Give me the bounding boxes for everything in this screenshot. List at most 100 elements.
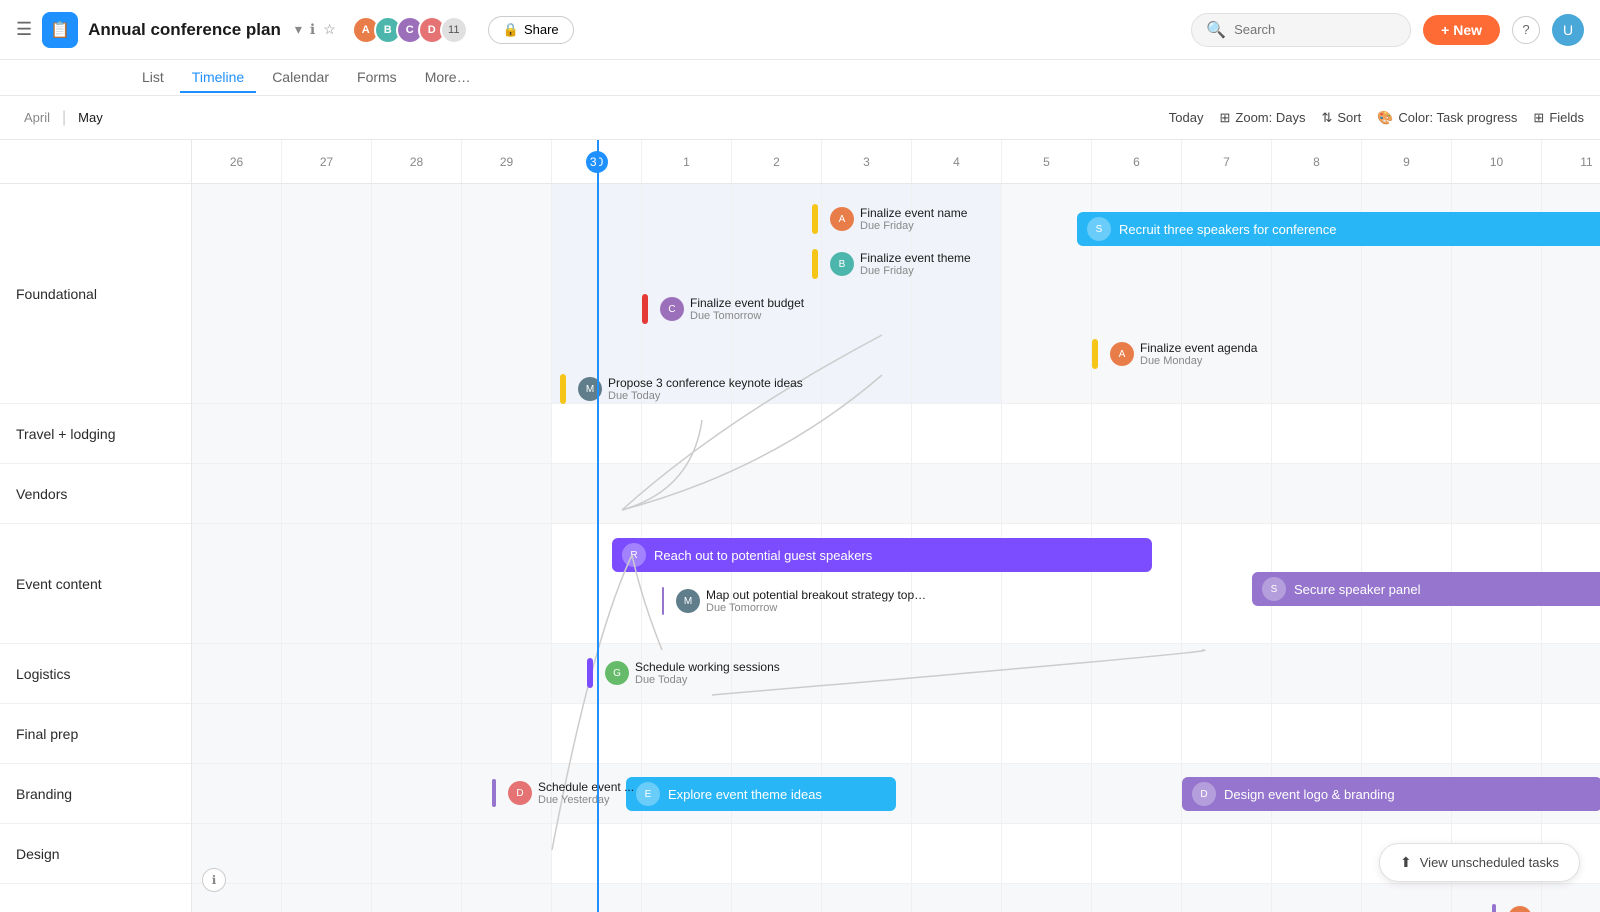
search-input[interactable] [1234,22,1394,37]
text-finalize-event-name: Finalize event name Due Friday [860,206,967,232]
pin-schedule-event [492,779,496,807]
date-6: 6 [1092,140,1182,183]
project-title: Annual conference plan [88,20,281,40]
tab-calendar[interactable]: Calendar [260,63,341,93]
date-11: 11 [1542,140,1600,183]
star-icon[interactable]: ☆ [323,21,336,38]
color-button[interactable]: 🎨 Color: Task progress [1377,110,1517,126]
lock-icon: 🔒 [503,22,519,38]
avatar-schedule-sessions: G [605,661,629,685]
date-9: 9 [1362,140,1452,183]
text-finalize-event-theme: Finalize event theme Due Friday [860,251,971,277]
card-map-breakout: M Map out potential breakout strategy to… [670,586,932,616]
sidebar-item-travel: Travel + lodging [0,404,191,464]
avatar-count[interactable]: 11 [440,16,468,44]
task-map-breakout[interactable]: M Map out potential breakout strategy to… [662,586,932,616]
team-avatars: A B C D 11 [358,16,468,44]
fields-icon: ⊞ [1533,110,1544,126]
may-label: May [70,110,111,125]
avatar-finalize-event-name: A [830,207,854,231]
sidebar-item-event-content: Event content [0,524,191,644]
task-schedule-event[interactable]: D Schedule event ... Due Yesterday [492,778,640,808]
sidebar-item-promotion: Promotion [0,884,191,912]
sub-nav: List Timeline Calendar Forms More… [0,60,1600,96]
task-finalize-event-budget[interactable]: C Finalize event budget Due Tomorrow [642,294,810,324]
share-button[interactable]: 🔒 Share [488,16,574,44]
tab-more[interactable]: More… [413,63,483,93]
info-icon-bottom[interactable]: ℹ [202,868,226,892]
sidebar-item-foundational: Foundational [0,184,191,404]
task-send-save[interactable]: A Send save the da... [1492,904,1600,912]
app-icon: 📋 [42,12,78,48]
avatar-reach-out: R [622,543,646,567]
avatar-recruit-speakers: S [1087,217,1111,241]
date-26: 26 [192,140,282,183]
row-branding: D Schedule event ... Due Yesterday E Exp… [192,764,1600,824]
avatar-finalize-event-agenda: A [1110,342,1134,366]
task-finalize-event-name[interactable]: A Finalize event name Due Friday [812,204,973,234]
text-finalize-event-agenda: Finalize event agenda Due Monday [1140,341,1257,367]
dates-row: 26 27 28 29 30 1 2 3 4 5 6 7 8 9 10 11 [192,140,1600,184]
pin-finalize-event-theme [812,249,818,279]
card-schedule-event: D Schedule event ... Due Yesterday [502,778,640,808]
card-schedule-sessions: G Schedule working sessions Due Today [599,658,786,688]
text-propose-keynote: Propose 3 conference keynote ideas Due T… [608,376,803,402]
sidebar-item-final-prep: Final prep [0,704,191,764]
task-secure-speaker[interactable]: S Secure speaker panel [1252,572,1600,606]
color-icon: 🎨 [1377,110,1393,126]
avatar-schedule-event: D [508,781,532,805]
row-foundational: A Finalize event name Due Friday B Final… [192,184,1600,404]
card-send-save: A Send save the da... [1502,904,1600,912]
text-finalize-event-budget: Finalize event budget Due Tomorrow [690,296,804,322]
fields-button[interactable]: ⊞ Fields [1533,110,1584,126]
user-avatar[interactable]: U [1552,14,1584,46]
date-8: 8 [1272,140,1362,183]
date-4: 4 [912,140,1002,183]
new-button[interactable]: + New [1423,15,1500,45]
unscheduled-tasks-button[interactable]: ⬆ View unscheduled tasks [1379,843,1580,882]
task-finalize-event-theme[interactable]: B Finalize event theme Due Friday [812,249,977,279]
tab-forms[interactable]: Forms [345,63,409,93]
row-promotion: A Send save the da... [192,884,1600,912]
task-recruit-speakers[interactable]: S Recruit three speakers for conference [1077,212,1600,246]
timeline-main: Foundational Travel + lodging Vendors Ev… [0,140,1600,912]
zoom-button[interactable]: ⊞ Zoom: Days [1220,110,1306,126]
info-icon[interactable]: ℹ [310,21,315,38]
date-30: 30 [552,140,642,183]
sidebar: Foundational Travel + lodging Vendors Ev… [0,140,192,912]
zoom-icon: ⊞ [1220,110,1231,126]
search-box[interactable]: 🔍 [1191,13,1411,47]
today-button[interactable]: Today [1169,110,1204,125]
row-vendors [192,464,1600,524]
nav-left: ☰ 📋 Annual conference plan ▾ ℹ ☆ A B C D… [16,12,1191,48]
dropdown-icon[interactable]: ▾ [295,21,302,38]
nav-right: 🔍 + New ? U [1191,13,1584,47]
sidebar-item-design: Design [0,824,191,884]
pin-propose-keynote [560,374,566,404]
toolbar-right: Today ⊞ Zoom: Days ⇅ Sort 🎨 Color: Task … [1169,110,1584,126]
tab-list[interactable]: List [130,63,176,93]
toolbar-left: April | May [16,109,111,127]
sort-button[interactable]: ⇅ Sort [1321,110,1361,126]
task-reach-out-speakers[interactable]: R Reach out to potential guest speakers [612,538,1152,572]
avatar-map-breakout: M [676,589,700,613]
pin-finalize-event-budget [642,294,648,324]
sidebar-header [0,140,191,184]
help-button[interactable]: ? [1512,16,1540,44]
date-5: 5 [1002,140,1092,183]
date-29: 29 [462,140,552,183]
avatar-finalize-event-theme: B [830,252,854,276]
task-schedule-sessions[interactable]: G Schedule working sessions Due Today [587,658,786,688]
task-finalize-event-agenda[interactable]: A Finalize event agenda Due Monday [1092,339,1263,369]
hamburger-icon[interactable]: ☰ [16,19,32,40]
card-finalize-event-theme: B Finalize event theme Due Friday [824,249,977,279]
sidebar-item-logistics: Logistics [0,644,191,704]
task-design-logo[interactable]: D Design event logo & branding [1182,777,1600,811]
date-10: 10 [1452,140,1542,183]
pin-schedule-sessions [587,658,593,688]
sidebar-item-branding: Branding [0,764,191,824]
date-1: 1 [642,140,732,183]
card-finalize-event-agenda: A Finalize event agenda Due Monday [1104,339,1263,369]
task-explore-theme[interactable]: E Explore event theme ideas [626,777,896,811]
tab-timeline[interactable]: Timeline [180,63,256,93]
